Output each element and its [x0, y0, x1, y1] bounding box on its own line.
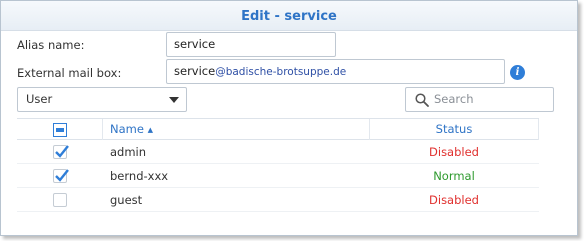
row-checkbox[interactable] [53, 193, 67, 207]
column-header-status[interactable]: Status [369, 119, 539, 140]
user-status: Disabled [429, 193, 479, 207]
checkmark-icon [55, 169, 69, 182]
row-checkbox[interactable] [53, 169, 69, 183]
select-value: User [26, 92, 53, 106]
dialog-titlebar: Edit - service [1, 1, 577, 31]
user-name: admin [110, 145, 147, 159]
alias-name-input[interactable]: service [166, 32, 336, 57]
table-row[interactable]: admin Disabled [17, 140, 539, 164]
external-mailbox-label: External mail box: [17, 66, 122, 80]
row-checkbox[interactable] [53, 145, 69, 159]
table-row[interactable]: guest Disabled [17, 188, 539, 212]
user-status: Normal [433, 169, 475, 183]
table-row[interactable]: bernd-xxx Normal [17, 164, 539, 188]
user-table: Name ▲ Status admin Disabled bernd-xxx N… [17, 118, 539, 212]
user-name: bernd-xxx [110, 169, 169, 183]
alias-name-label: Alias name: [17, 38, 85, 52]
column-header-name[interactable]: Name ▲ [110, 119, 153, 140]
dialog-title: Edit - service [241, 9, 337, 24]
info-icon[interactable]: i [510, 65, 525, 80]
search-icon [415, 93, 429, 107]
search-placeholder: Search [434, 92, 474, 106]
sort-ascending-icon: ▲ [147, 126, 153, 134]
mailbox-user-text: service [174, 64, 216, 78]
mailbox-domain-text: @badische-brotsuppe.de [215, 66, 347, 78]
user-type-select[interactable]: User [17, 87, 187, 112]
external-mailbox-input[interactable]: service@badische-brotsuppe.de [166, 59, 505, 84]
select-all-checkbox[interactable] [53, 123, 67, 137]
edit-dialog: Edit - service Alias name: service Exter… [0, 0, 578, 236]
table-header: Name ▲ Status [17, 118, 539, 140]
search-input[interactable]: Search [405, 87, 554, 112]
user-status: Disabled [429, 145, 479, 159]
checkmark-icon [55, 145, 69, 158]
user-name: guest [110, 193, 143, 207]
chevron-down-icon [169, 97, 179, 103]
